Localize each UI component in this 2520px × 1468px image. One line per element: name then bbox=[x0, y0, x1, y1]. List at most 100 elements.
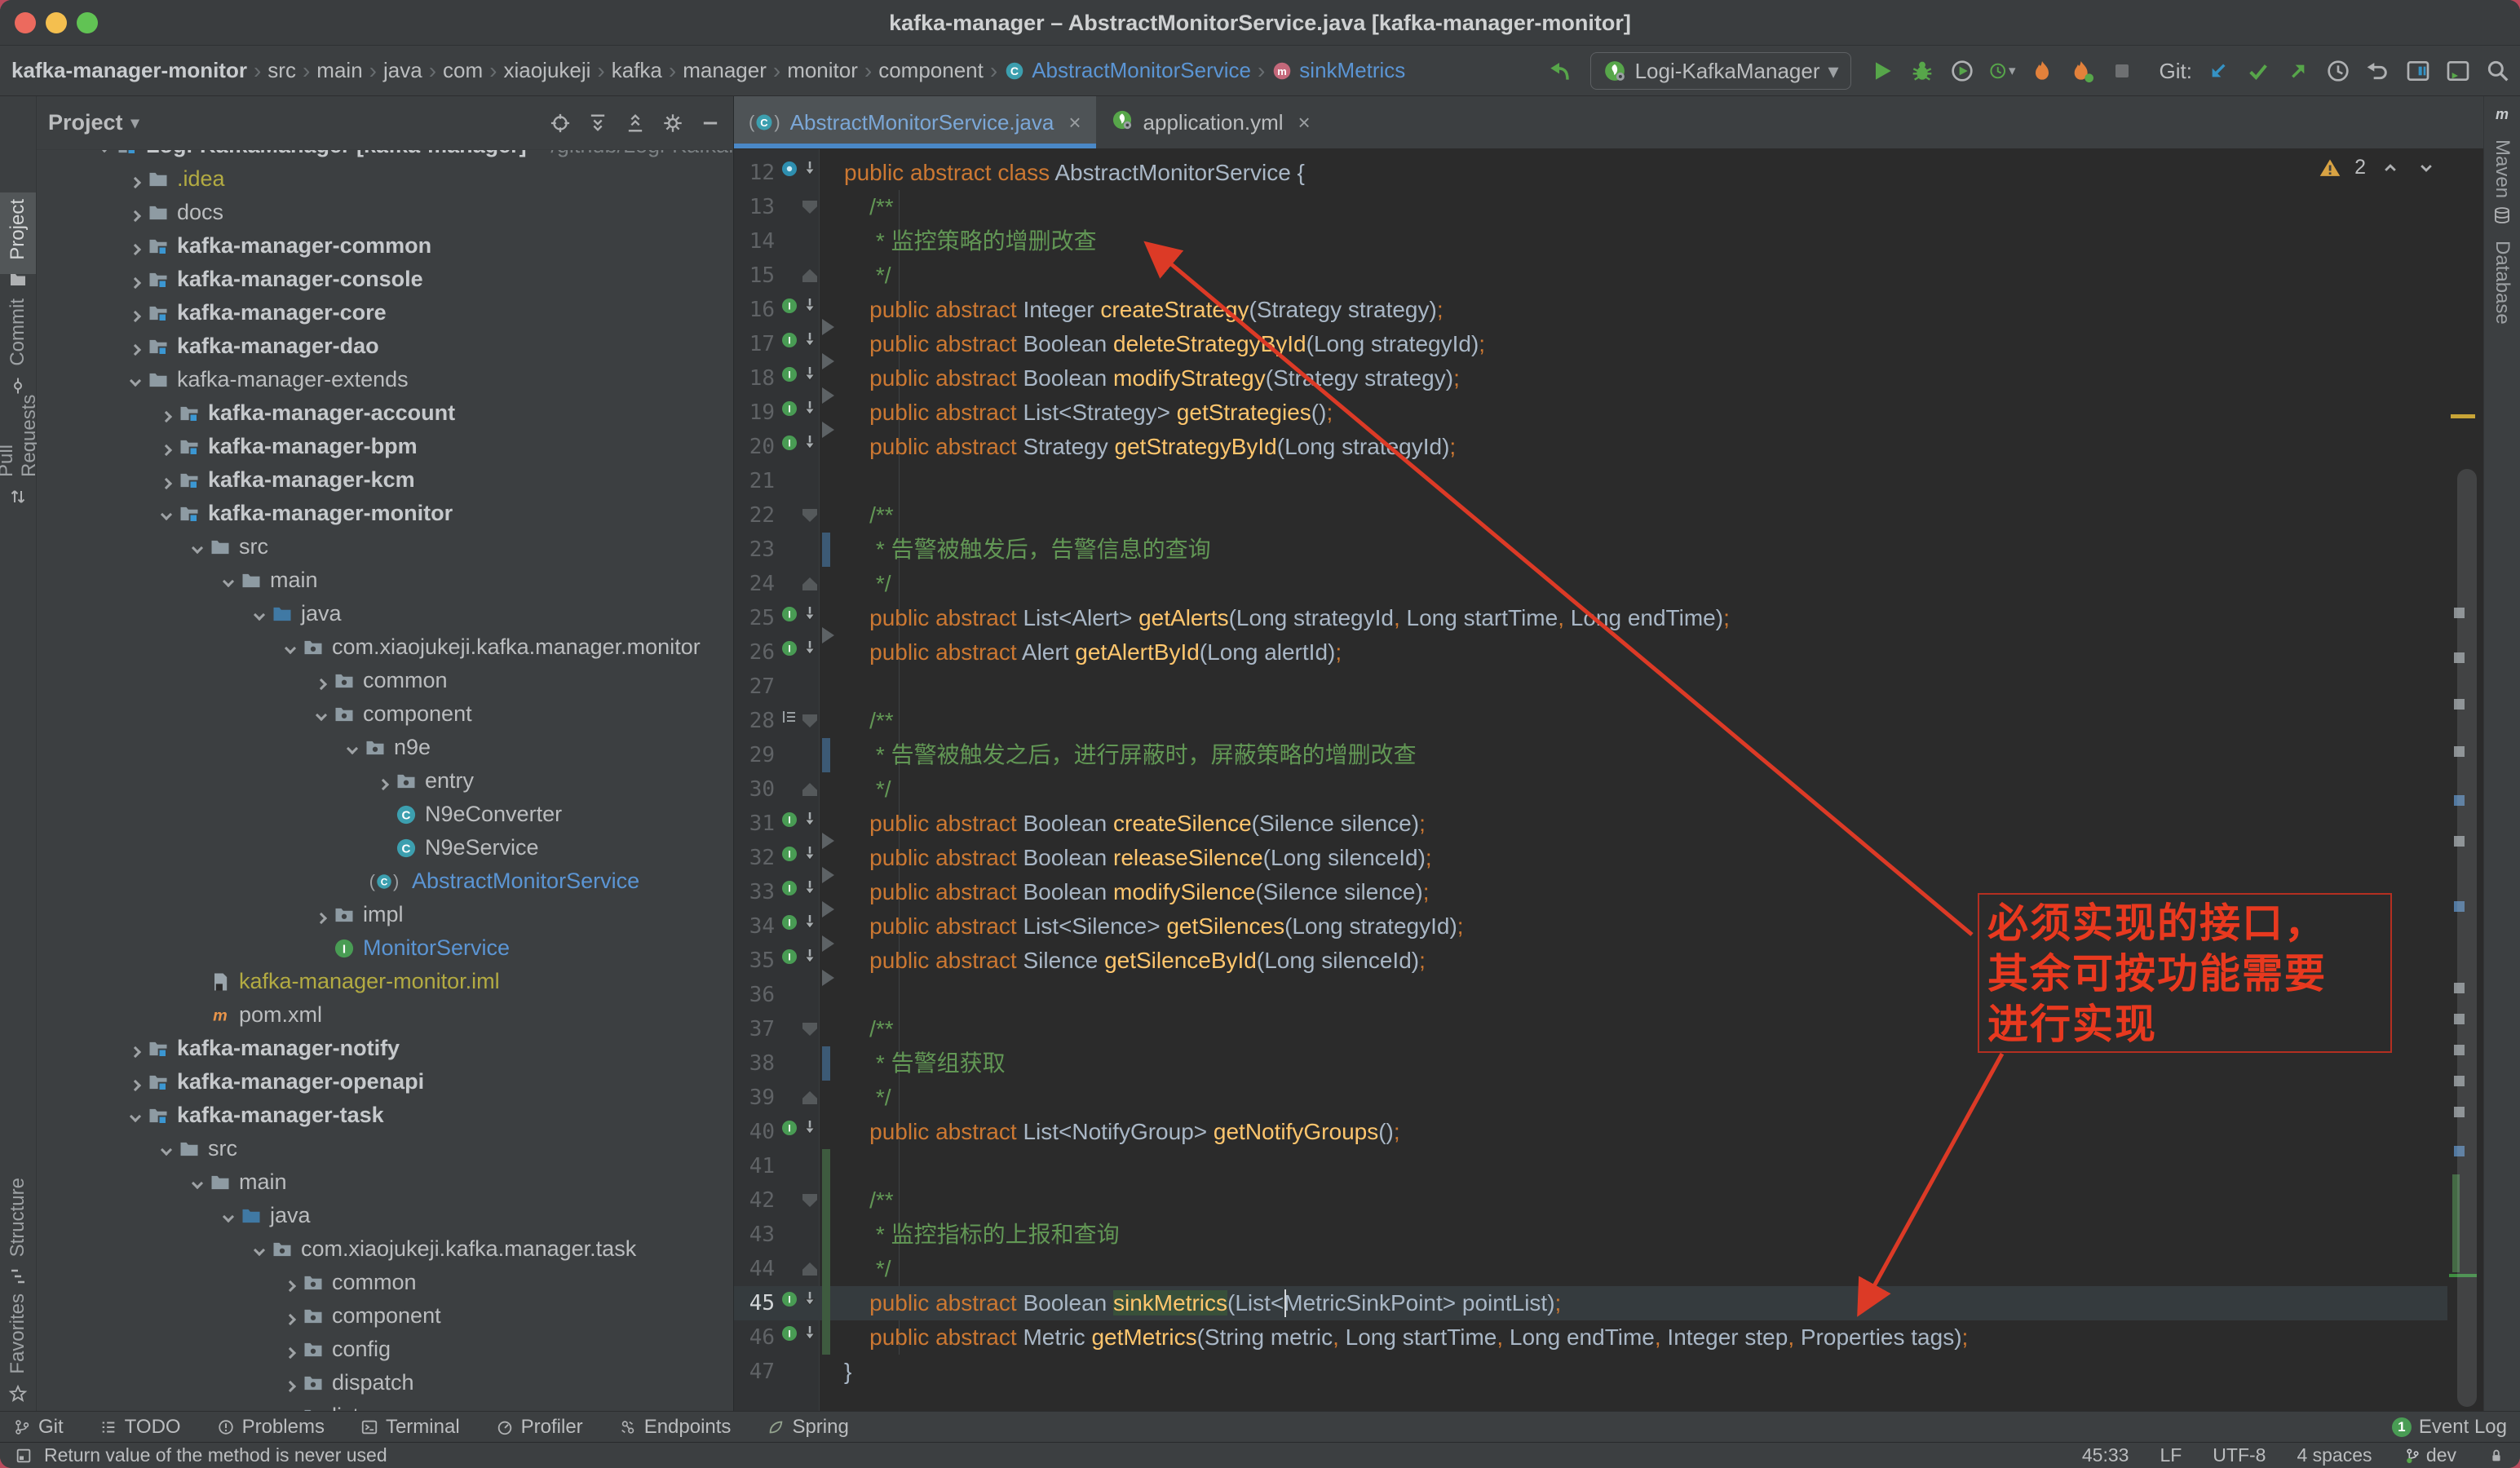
tree-chevron-collapsed[interactable] bbox=[311, 674, 332, 688]
tree-item-logi-kafkamanager-kafka-manager[interactable]: Logi-KafkaManager [kafka-manager]~/githu… bbox=[37, 150, 733, 162]
tree-item-kafka-manager-task[interactable]: kafka-manager-task bbox=[37, 1099, 733, 1132]
tree-chevron-expanded[interactable] bbox=[125, 375, 146, 385]
toolwindow-tab-commit[interactable]: Commit bbox=[0, 292, 36, 374]
fold-region-end-icon[interactable] bbox=[802, 783, 817, 796]
tree-item-src[interactable]: src bbox=[37, 530, 733, 564]
run-configuration-select[interactable]: Logi-KafkaManager▾ bbox=[1590, 52, 1851, 90]
implemented-method-gutter-icon[interactable]: I bbox=[780, 433, 820, 453]
code-line-38[interactable]: 38 * 告警组获取 bbox=[734, 1046, 2447, 1081]
fold-region-start-icon[interactable] bbox=[802, 1023, 817, 1036]
implemented-class-gutter-icon[interactable] bbox=[780, 159, 820, 179]
editor-tab-application-yml[interactable]: application.yml× bbox=[1096, 96, 1325, 148]
code-line-13[interactable]: 13 /** bbox=[734, 190, 2447, 224]
breadcrumb-item-com[interactable]: com bbox=[443, 58, 483, 83]
tree-chevron-expanded[interactable] bbox=[311, 710, 332, 719]
fold-region-end-icon[interactable] bbox=[802, 269, 817, 282]
code-line-31[interactable]: 31I public abstract Boolean createSilenc… bbox=[734, 807, 2447, 841]
toolwindow-button-todo[interactable]: TODO bbox=[99, 1416, 181, 1439]
tree-chevron-expanded[interactable] bbox=[187, 1178, 208, 1187]
toolwindow-button-endpoints[interactable]: Endpoints bbox=[619, 1416, 732, 1439]
code-line-16[interactable]: 16I public abstract Integer createStrate… bbox=[734, 293, 2447, 327]
breadcrumb-item-component[interactable]: component bbox=[878, 58, 984, 83]
code-line-46[interactable]: 46I public abstract Metric getMetrics(St… bbox=[734, 1320, 2447, 1355]
tree-item-n9e[interactable]: n9e bbox=[37, 731, 733, 764]
tree-item-com-xiaojukeji-kafka-manager-monitor[interactable]: com.xiaojukeji.kafka.manager.monitor bbox=[37, 630, 733, 664]
tree-item-src[interactable]: src bbox=[37, 1132, 733, 1165]
editor-tab-abstractmonitorservice-java[interactable]: (C)AbstractMonitorService.java× bbox=[734, 96, 1096, 148]
toolwindow-tab-maven[interactable]: mMaven bbox=[2484, 98, 2520, 188]
tree-chevron-collapsed[interactable] bbox=[125, 172, 146, 187]
tree-chevron-collapsed[interactable] bbox=[125, 206, 146, 220]
code-line-30[interactable]: 30 */ bbox=[734, 772, 2447, 807]
toolwindow-button-profiler[interactable]: Profiler bbox=[496, 1416, 583, 1439]
collapse-all-icon[interactable] bbox=[624, 112, 647, 135]
breadcrumb-item-main[interactable]: main bbox=[316, 58, 362, 83]
fold-region-end-icon[interactable] bbox=[802, 1262, 817, 1276]
code-line-14[interactable]: 14 * 监控策略的增删改查 bbox=[734, 224, 2447, 259]
implemented-method-gutter-icon[interactable]: I bbox=[780, 399, 820, 418]
toolwindow-tab-database[interactable]: Database bbox=[2484, 199, 2520, 310]
layout-button[interactable] bbox=[2444, 57, 2472, 85]
code-line-19[interactable]: 19I public abstract List<Strategy> getSt… bbox=[734, 396, 2447, 430]
code-line-20[interactable]: 20I public abstract Strategy getStrategy… bbox=[734, 430, 2447, 464]
code-line-28[interactable]: 28 /** bbox=[734, 704, 2447, 738]
tree-item-kafka-manager-notify[interactable]: kafka-manager-notify bbox=[37, 1032, 733, 1065]
breadcrumb-item-sinkmetrics[interactable]: msinkMetrics bbox=[1271, 58, 1405, 83]
tree-chevron-expanded[interactable] bbox=[342, 743, 363, 753]
list-gutter-icon[interactable] bbox=[780, 707, 799, 727]
toolwindow-tab-structure[interactable]: Structure bbox=[0, 1171, 36, 1279]
tree-chevron-collapsed[interactable] bbox=[125, 272, 146, 287]
project-panel-title[interactable]: Project▾ bbox=[48, 110, 139, 135]
code-line-47[interactable]: 47} bbox=[734, 1355, 2447, 1389]
code-line-29[interactable]: 29 * 告警被触发之后，进行屏蔽时，屏蔽策略的增删改查 bbox=[734, 738, 2447, 772]
tree-chevron-expanded[interactable] bbox=[249, 1245, 270, 1254]
implemented-method-gutter-icon[interactable]: I bbox=[780, 330, 820, 350]
tree-chevron-collapsed[interactable] bbox=[280, 1342, 301, 1357]
breadcrumb-item-monitor[interactable]: monitor bbox=[787, 58, 858, 83]
breadcrumb-item-src[interactable]: src bbox=[267, 58, 296, 83]
implemented-method-gutter-icon[interactable]: I bbox=[780, 1289, 820, 1309]
code-line-18[interactable]: 18I public abstract Boolean modifyStrate… bbox=[734, 361, 2447, 396]
tree-item-listener[interactable]: listener bbox=[37, 1399, 733, 1411]
tree-chevron-expanded[interactable] bbox=[280, 643, 301, 652]
code-line-45[interactable]: 45I public abstract Boolean sinkMetrics(… bbox=[734, 1286, 2447, 1320]
tree-item-kafka-manager-bpm[interactable]: kafka-manager-bpm bbox=[37, 430, 733, 463]
tree-chevron-collapsed[interactable] bbox=[373, 774, 394, 789]
profiler-button-1[interactable] bbox=[2028, 57, 2056, 85]
tree-item-idea[interactable]: .idea bbox=[37, 162, 733, 196]
code-line-23[interactable]: 23 * 告警被触发后，告警信息的查询 bbox=[734, 533, 2447, 567]
implemented-method-gutter-icon[interactable]: I bbox=[780, 878, 820, 898]
tree-item-entry[interactable]: entry bbox=[37, 764, 733, 798]
tree-chevron-expanded[interactable] bbox=[249, 609, 270, 619]
tree-item-kafka-manager-console[interactable]: kafka-manager-console bbox=[37, 263, 733, 296]
tree-chevron-expanded[interactable] bbox=[218, 576, 239, 586]
toolwindow-button-terminal[interactable]: Terminal bbox=[360, 1416, 460, 1439]
git-push-button[interactable] bbox=[2284, 57, 2312, 85]
code-line-44[interactable]: 44 */ bbox=[734, 1252, 2447, 1286]
tree-chevron-expanded[interactable] bbox=[156, 1144, 177, 1154]
tree-chevron-expanded[interactable] bbox=[156, 509, 177, 519]
code-line-15[interactable]: 15 */ bbox=[734, 259, 2447, 293]
tree-chevron-collapsed[interactable] bbox=[125, 306, 146, 321]
implemented-method-gutter-icon[interactable]: I bbox=[780, 365, 820, 384]
git-branch-widget[interactable]: dev bbox=[2403, 1444, 2456, 1466]
tree-item-kafka-manager-dao[interactable]: kafka-manager-dao bbox=[37, 329, 733, 363]
toolwindow-tab-project[interactable]: Project bbox=[0, 192, 36, 274]
tree-item-monitorservice[interactable]: IMonitorService bbox=[37, 931, 733, 965]
fold-region-start-icon[interactable] bbox=[802, 509, 817, 522]
tree-item-kafka-manager-openapi[interactable]: kafka-manager-openapi bbox=[37, 1065, 733, 1099]
settings-icon[interactable] bbox=[661, 112, 684, 135]
code-line-41[interactable]: 41 bbox=[734, 1149, 2447, 1183]
fold-region-start-icon[interactable] bbox=[802, 714, 817, 727]
fold-region-start-icon[interactable] bbox=[802, 1194, 817, 1207]
tree-chevron-collapsed[interactable] bbox=[125, 1041, 146, 1056]
caret-position-widget[interactable]: 45:33 bbox=[2082, 1444, 2129, 1466]
locate-icon[interactable] bbox=[549, 112, 572, 135]
tree-item-impl[interactable]: impl bbox=[37, 898, 733, 931]
tree-item-n9eservice[interactable]: CN9eService bbox=[37, 831, 733, 864]
tree-chevron-collapsed[interactable] bbox=[125, 1075, 146, 1090]
tree-item-dispatch[interactable]: dispatch bbox=[37, 1366, 733, 1399]
code-line-12[interactable]: 12public abstract class AbstractMonitorS… bbox=[734, 156, 2447, 190]
editor-scrollbar[interactable] bbox=[2457, 469, 2477, 1407]
toolwindow-button-git[interactable]: Git bbox=[13, 1416, 64, 1439]
